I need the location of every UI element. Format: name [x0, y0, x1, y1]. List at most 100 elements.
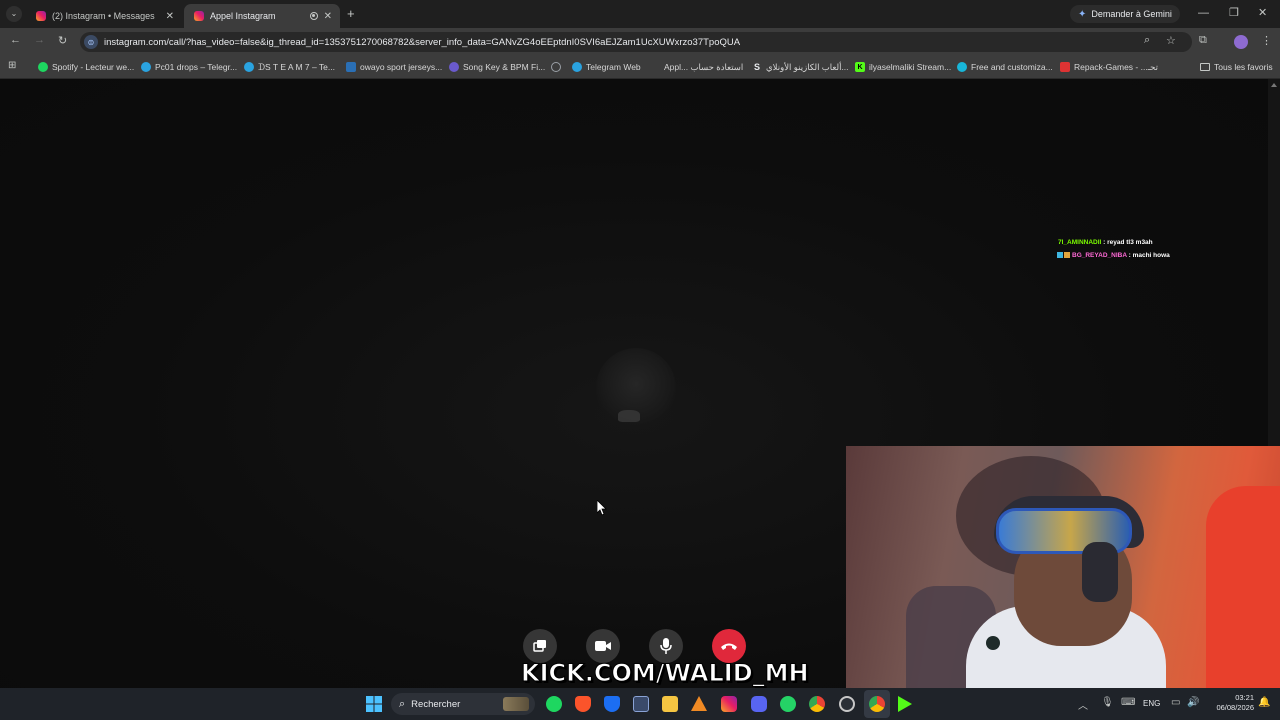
telegram-icon: [572, 62, 582, 72]
tab-appel-instagram[interactable]: Appel Instagram ✕: [184, 4, 340, 28]
tab-instagram-messages[interactable]: (2) Instagram • Messages ✕: [26, 4, 182, 28]
instagram-icon[interactable]: [721, 696, 737, 712]
bookmark-spotify[interactable]: Spotify - Lecteur we...: [38, 60, 134, 74]
mouse-cursor-icon: [597, 500, 607, 516]
casino-icon: S: [753, 62, 760, 72]
microphone: [986, 636, 1000, 650]
menu-kebab-icon[interactable]: ⋮: [1261, 34, 1272, 47]
bookmark-pc01-drops[interactable]: Pc01 drops – Telegr...: [141, 60, 237, 74]
clock[interactable]: 03:21 06/08/2026: [1208, 693, 1254, 713]
media-player-icon[interactable]: [898, 696, 914, 712]
instagram-icon: [36, 11, 46, 21]
taskbar-search-box[interactable]: ⌕ Rechercher: [391, 693, 535, 715]
kick-icon: K: [855, 62, 865, 72]
window-close-icon[interactable]: ✕: [1258, 6, 1267, 19]
recording-icon: [309, 12, 318, 20]
search-highlight-image: [503, 697, 529, 711]
tab-search-chevron-icon[interactable]: ⌄: [6, 6, 22, 22]
headset-earcup: [1082, 542, 1118, 602]
bookmark-globe[interactable]: [551, 60, 565, 74]
chat-badge-icon: [1064, 252, 1070, 258]
bookmark-star-icon[interactable]: ☆: [1166, 34, 1176, 47]
forward-icon[interactable]: →: [34, 34, 45, 46]
globe-icon: [551, 62, 561, 72]
volume-icon[interactable]: 🔊: [1187, 697, 1199, 708]
bookmark-telegram-web[interactable]: Telegram Web: [572, 60, 641, 74]
apps-grid-icon[interactable]: ⊞: [8, 60, 16, 71]
show-hidden-icons-chevron[interactable]: ︿: [1078, 697, 1088, 712]
scroll-up-icon[interactable]: [1271, 83, 1277, 87]
song-key-icon: [449, 62, 459, 72]
share-screen-icon: [533, 640, 546, 652]
bookmark-owayo[interactable]: owayo sport jerseys...: [346, 60, 442, 74]
restore-icon[interactable]: ❐: [1229, 6, 1239, 19]
repack-icon: [1060, 62, 1070, 72]
telegram-icon: [244, 62, 254, 72]
close-icon[interactable]: ✕: [166, 11, 174, 22]
bookmark-casino[interactable]: S ألعاب الكازينو الأونلاي...: [752, 60, 849, 74]
discord-icon[interactable]: [751, 696, 767, 712]
language-indicator[interactable]: ENG: [1143, 699, 1160, 708]
search-icon: ⌕: [399, 697, 406, 710]
gemini-label: Demander à Gemini: [1091, 9, 1172, 19]
file-explorer-icon[interactable]: [662, 696, 678, 712]
search-placeholder: Rechercher: [411, 698, 461, 710]
bookmark-repack-games[interactable]: Repack-Games - ...تحـ: [1060, 60, 1158, 74]
kick-url-text: KICK.COM/WALID_MH: [521, 659, 810, 688]
notification-bell-icon[interactable]: 🔔: [1258, 697, 1270, 708]
url-text: instagram.com/call/?has_video=false&ig_t…: [104, 36, 741, 48]
profile-avatar[interactable]: [1234, 35, 1248, 49]
keyboard-icon[interactable]: ⌨: [1121, 697, 1135, 708]
video-camera-icon: [595, 641, 611, 651]
folder-icon: [1200, 63, 1210, 71]
extensions-icon[interactable]: ⧉: [1199, 34, 1207, 47]
date: 06/08/2026: [1216, 703, 1254, 712]
reload-icon[interactable]: ↻: [58, 34, 67, 47]
bookmark-free-customiza[interactable]: Free and customiza...: [957, 60, 1053, 74]
new-tab-button[interactable]: +: [347, 6, 355, 21]
instagram-icon: [194, 11, 204, 21]
chrome-active-icon[interactable]: [869, 696, 885, 712]
whatsapp-icon[interactable]: [780, 696, 796, 712]
time: 03:21: [1235, 693, 1254, 702]
canva-icon: [957, 62, 967, 72]
gemini-button[interactable]: ✦ Demander à Gemini: [1070, 5, 1180, 23]
back-icon[interactable]: ←: [10, 34, 21, 46]
owayo-icon: [346, 62, 356, 72]
caller-avatar-detail: [618, 410, 640, 422]
spotify-icon: [38, 62, 48, 72]
chat-message: BG_REYAD_NIBA : machi howa: [1057, 252, 1170, 259]
chat-badge-icon: [1057, 252, 1063, 258]
kick-stream-overlay: KICK.COM/WALID_MH: [518, 656, 810, 690]
bookmark-song-key[interactable]: Song Key & BPM Fi...: [449, 60, 545, 74]
tab-title: Appel Instagram: [210, 11, 276, 21]
bookmark-team7[interactable]: ᗪS T E A M 7 – Te...: [244, 60, 335, 74]
spotify-icon[interactable]: [546, 696, 562, 712]
windows-start-icon[interactable]: [366, 696, 382, 712]
site-info-icon[interactable]: ⊜: [84, 35, 98, 49]
streamer-webcam: [846, 446, 1280, 688]
apple-icon: [650, 62, 660, 72]
obs-icon[interactable]: [839, 696, 855, 712]
chrome-icon[interactable]: [809, 696, 825, 712]
zoom-icon[interactable]: ⌕: [1144, 34, 1150, 47]
vlc-icon[interactable]: [691, 696, 707, 712]
security-shield-icon[interactable]: [604, 696, 620, 712]
gemini-sparkle-icon: ✦: [1078, 8, 1087, 20]
minimize-icon[interactable]: —: [1198, 7, 1209, 19]
bookmark-ilyaselmaliki[interactable]: Kilyaselmaliki Stream...: [855, 60, 951, 74]
bookmark-apple-account[interactable]: Appl... استعادة حساب: [650, 60, 743, 74]
telegram-icon: [141, 62, 151, 72]
chat-message: 7I_AMINNADII : reyad tl3 m3ah: [1058, 239, 1153, 246]
microphone-tray-icon[interactable]: 🎙: [1101, 697, 1114, 708]
hang-up-icon: [721, 643, 737, 650]
all-bookmarks-folder[interactable]: Tous les favoris: [1200, 60, 1273, 74]
close-icon[interactable]: ✕: [324, 11, 332, 22]
microsoft-store-icon[interactable]: [633, 696, 649, 712]
brave-icon[interactable]: [575, 696, 591, 712]
red-chair: [1206, 486, 1280, 688]
network-icon[interactable]: ▭: [1171, 697, 1180, 708]
tab-title: (2) Instagram • Messages: [52, 11, 155, 21]
address-bar[interactable]: ⊜ instagram.com/call/?has_video=false&ig…: [80, 32, 1192, 52]
microphone-icon: [660, 638, 672, 654]
